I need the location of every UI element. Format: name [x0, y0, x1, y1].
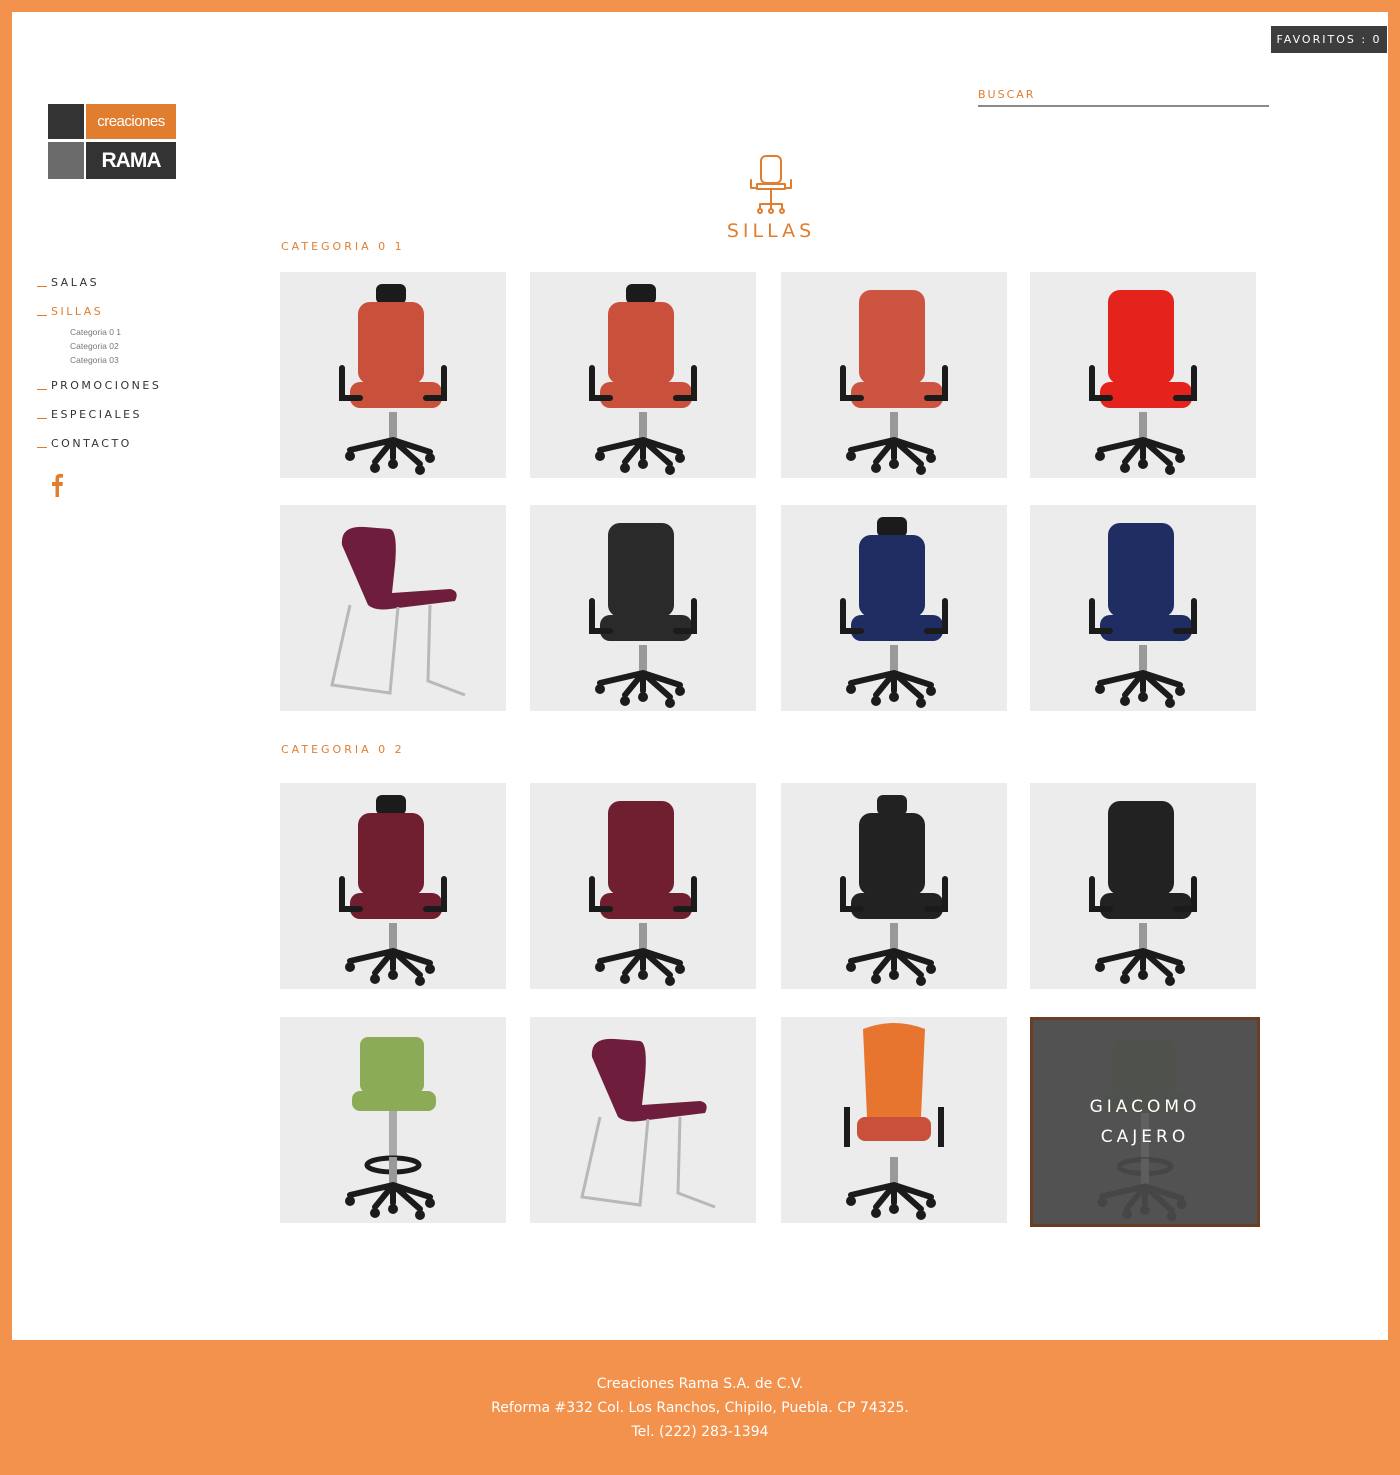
product-image	[589, 523, 697, 708]
product-image	[1089, 523, 1197, 708]
product-name-line: GIACOMO	[1089, 1097, 1201, 1117]
product-image	[1089, 290, 1197, 475]
dash-icon	[37, 389, 47, 390]
product-card[interactable]	[530, 1017, 756, 1223]
product-image	[589, 801, 697, 986]
product-image	[330, 526, 466, 697]
product-card[interactable]	[781, 505, 1007, 711]
dash-icon	[37, 286, 47, 287]
footer-phone: Tel. (222) 283-1394	[631, 1424, 769, 1440]
nav-contacto[interactable]: CONTACTO	[37, 437, 237, 453]
chair-icon	[750, 155, 792, 214]
product-card[interactable]	[530, 505, 756, 711]
nav-sillas[interactable]: SILLAS	[37, 305, 237, 321]
product-image	[840, 517, 948, 708]
product-image	[1089, 801, 1197, 986]
subnav-categoria-01[interactable]: Categoria 0 1	[70, 325, 237, 339]
logo-square-grey	[48, 142, 84, 179]
nav-label: ESPECIALES	[51, 408, 143, 421]
category-hero: SILLAS	[712, 154, 830, 242]
product-card[interactable]	[781, 1017, 1007, 1223]
product-card[interactable]	[1030, 505, 1256, 711]
dash-icon	[37, 315, 47, 316]
product-image	[345, 1037, 436, 1220]
product-card[interactable]	[280, 1017, 506, 1223]
product-card[interactable]	[530, 783, 756, 989]
nav-promociones[interactable]: PROMOCIONES	[37, 379, 237, 395]
facebook-icon[interactable]	[50, 473, 64, 497]
subnav-categoria-03[interactable]: Categoria 03	[70, 353, 237, 367]
product-image	[840, 290, 948, 475]
product-card[interactable]	[1030, 272, 1256, 478]
logo-rama: RAMA	[86, 142, 176, 179]
footer-address: Reforma #332 Col. Los Ranchos, Chipilo, …	[491, 1400, 909, 1416]
product-card[interactable]	[781, 783, 1007, 989]
product-card[interactable]: GIACOMO CAJERO	[1030, 1017, 1260, 1227]
dash-icon	[37, 418, 47, 419]
category-heading-01: CATEGORIA 0 1	[281, 240, 405, 253]
product-image	[339, 795, 447, 986]
logo[interactable]: creaciones RAMA	[48, 104, 176, 180]
favorites-button[interactable]: FAVORITOS : 0	[1271, 26, 1387, 53]
product-card[interactable]	[280, 272, 506, 478]
product-card[interactable]	[280, 505, 506, 711]
nav-label: PROMOCIONES	[51, 379, 162, 392]
nav-especiales[interactable]: ESPECIALES	[37, 408, 237, 424]
nav-label: SILLAS	[51, 305, 104, 318]
footer-company: Creaciones Rama S.A. de C.V.	[596, 1376, 804, 1392]
product-image	[580, 1038, 716, 1209]
footer: Creaciones Rama S.A. de C.V. Reforma #33…	[0, 1372, 1400, 1444]
product-image	[589, 284, 697, 475]
product-card[interactable]	[781, 272, 1007, 478]
sidebar-nav: SALAS SILLAS Categoria 0 1 Categoria 02 …	[37, 276, 237, 453]
product-card[interactable]	[1030, 783, 1256, 989]
product-name-line: CAJERO	[1100, 1127, 1190, 1147]
page-title: SILLAS	[726, 220, 816, 242]
subnav-categoria-02[interactable]: Categoria 02	[70, 339, 237, 353]
product-hover-overlay[interactable]: GIACOMO CAJERO	[1033, 1020, 1257, 1224]
dash-icon	[37, 447, 47, 448]
category-heading-02: CATEGORIA 0 2	[281, 743, 405, 756]
product-image	[840, 795, 948, 986]
logo-square-dark	[48, 104, 84, 139]
nav-sillas-submenu: Categoria 0 1 Categoria 02 Categoria 03	[70, 325, 237, 367]
search-input[interactable]	[978, 83, 1269, 107]
product-card[interactable]	[280, 783, 506, 989]
nav-label: CONTACTO	[51, 437, 132, 450]
product-card[interactable]	[530, 272, 756, 478]
logo-creaciones: creaciones	[86, 104, 176, 139]
nav-salas[interactable]: SALAS	[37, 276, 237, 292]
nav-label: SALAS	[51, 276, 100, 289]
product-image	[844, 1023, 944, 1220]
product-image	[339, 284, 447, 475]
